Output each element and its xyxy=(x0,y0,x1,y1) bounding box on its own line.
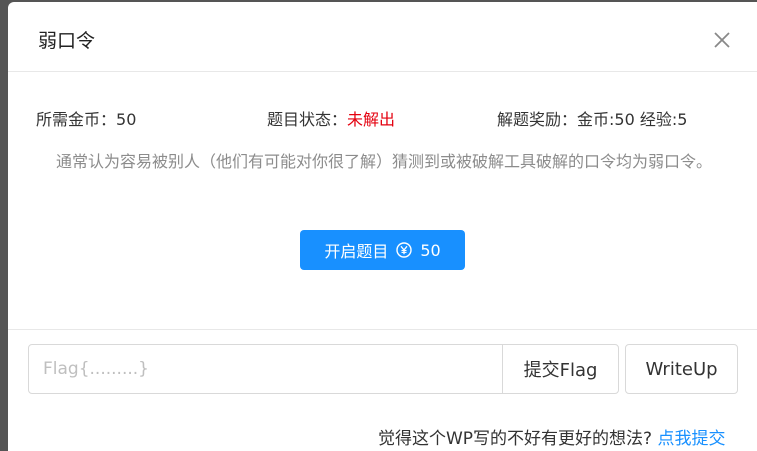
required-coins: 所需金币：50 xyxy=(36,106,136,130)
close-icon[interactable] xyxy=(711,29,733,51)
challenge-status-value: 未解出 xyxy=(347,110,396,129)
solve-reward: 解题奖励：金币:50 经验:5 xyxy=(497,106,687,130)
required-coins-value: 50 xyxy=(116,110,137,129)
solve-reward-label: 解题奖励： xyxy=(497,110,578,129)
submit-flag-button[interactable]: 提交Flag xyxy=(502,344,619,394)
start-challenge-button[interactable]: 开启题目 50 xyxy=(300,230,465,270)
required-coins-label: 所需金币： xyxy=(36,110,117,129)
challenge-modal: 弱口令 所需金币：50 题目状态：未解出 解题奖励：金币:50 经验:5 通常认… xyxy=(8,2,757,451)
start-challenge-label: 开启题目 xyxy=(324,242,389,261)
feedback-question: 觉得这个WP写的不好有更好的想法? xyxy=(378,429,653,449)
start-challenge-cost: 50 xyxy=(420,240,441,260)
writeup-button[interactable]: WriteUp xyxy=(625,344,738,394)
challenge-description: 通常认为容易被别人（他们有可能对你很了解）猜测到或被破解工具破解的口令均为弱口令… xyxy=(55,152,712,171)
yen-circle-icon xyxy=(396,242,413,258)
writeup-feedback: 觉得这个WP写的不好有更好的想法? 点我提交 xyxy=(378,424,726,449)
challenge-status: 题目状态：未解出 xyxy=(267,106,395,130)
modal-title: 弱口令 xyxy=(38,30,96,52)
feedback-submit-link[interactable]: 点我提交 xyxy=(658,429,726,449)
flag-input[interactable] xyxy=(28,344,503,394)
footer-divider xyxy=(8,329,757,330)
solve-reward-value: 金币:50 经验:5 xyxy=(577,110,688,129)
challenge-status-label: 题目状态： xyxy=(267,110,348,129)
modal-header: 弱口令 xyxy=(8,2,757,72)
